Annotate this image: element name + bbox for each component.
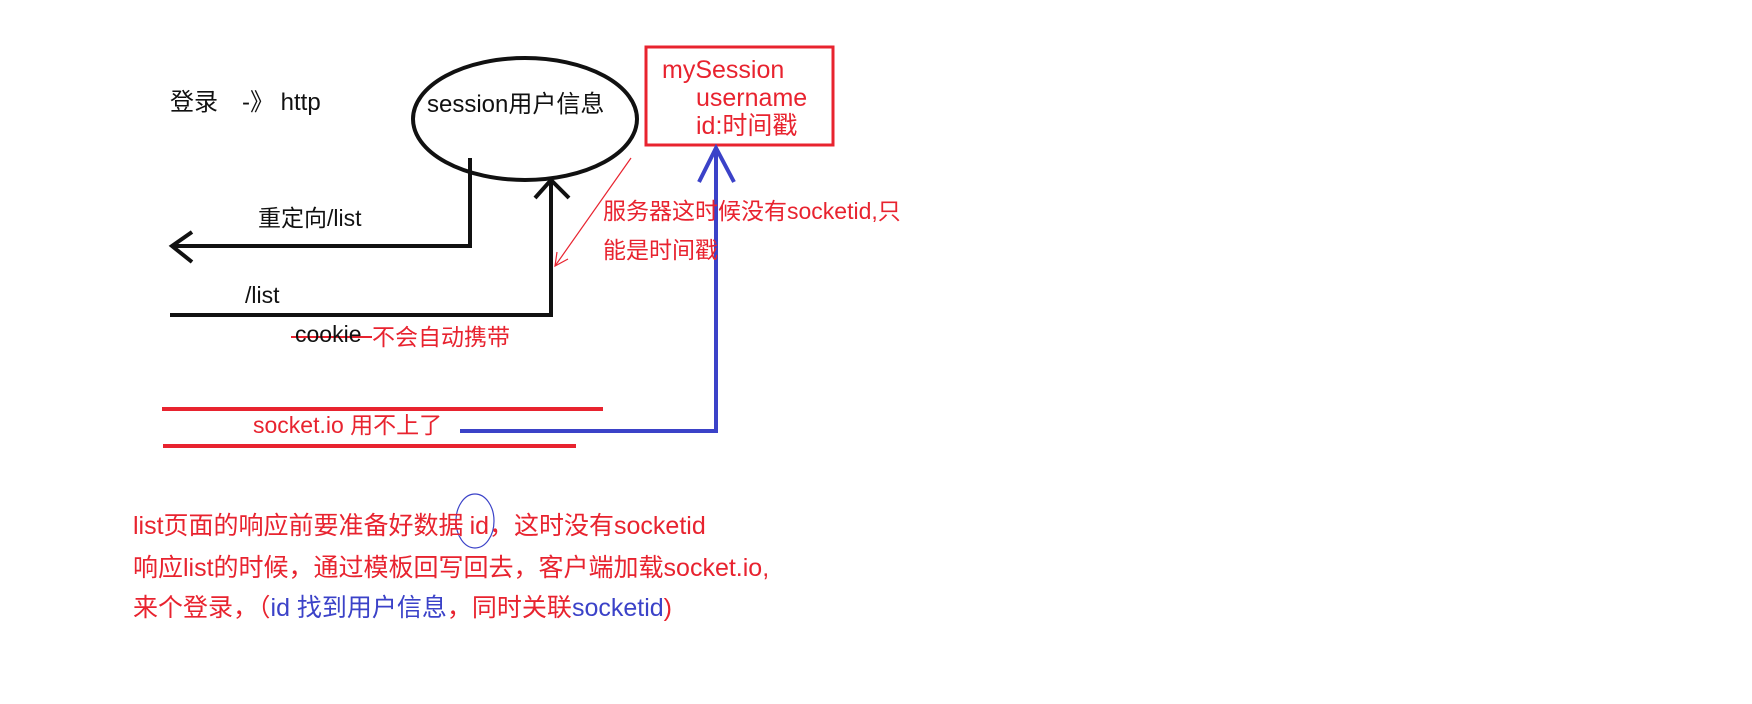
my-session-username: username [696, 84, 808, 112]
list-request-arrow [170, 182, 553, 317]
session-ellipse [411, 56, 639, 182]
bottom-note-circled-id: id [469, 512, 490, 540]
list-label: /list [245, 282, 280, 308]
server-note-line2: 能是时间戳 [603, 237, 718, 263]
session-node-label: session用户信息 [427, 91, 605, 118]
bottom-note-line3-start: 来个登录，（ [133, 594, 271, 622]
bottom-note-line3-blue: id 找到用户信息 [270, 594, 447, 622]
cookie-struck-text: cookie [295, 321, 362, 347]
bottom-note-line1: list页面的响应前要准备好数据 id，这时没有socketid [133, 514, 706, 539]
bottom-note-line3: 来个登录，（id 找到用户信息，同时关联socketid) [133, 596, 672, 621]
cookie-note-text: 不会自动携带 [372, 324, 510, 350]
login-label: 登录 -》 http [170, 89, 321, 116]
redirect-label: 重定向/list [258, 205, 362, 231]
bottom-note-line1-start: list页面的响应前要准备好数据 [133, 512, 464, 540]
bottom-note-line3-mid: ，同时关联 [446, 594, 572, 622]
bottom-note-line3-end: ) [663, 594, 672, 622]
bottom-note-line1-end: ，这时没有socketid [489, 512, 706, 540]
bottom-note-line2: 响应list的时候，通过模板回写回去，客户端加载socket.io, [133, 554, 770, 582]
redirect-arrow [172, 158, 472, 248]
socketio-note: socket.io 用不上了 [253, 412, 443, 438]
my-session-title: mySession [662, 56, 785, 84]
socketio-to-session-arrow [460, 150, 718, 433]
server-note-line1: 服务器这时候没有socketid,只 [603, 198, 901, 224]
bottom-note-line3-socketid: socketid [571, 594, 664, 622]
my-session-id: id:时间戳 [696, 112, 798, 140]
